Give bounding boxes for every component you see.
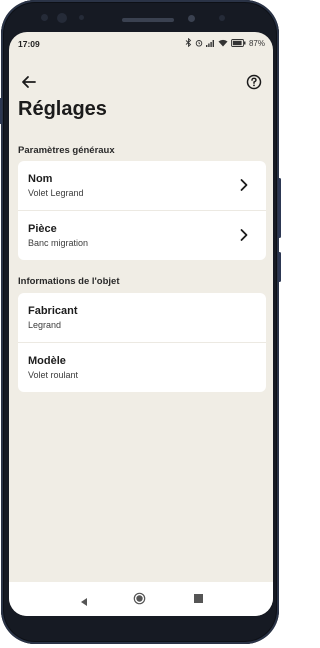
wifi-icon bbox=[218, 39, 228, 49]
page-title: Réglages bbox=[18, 98, 107, 120]
battery-icon bbox=[231, 38, 246, 49]
info-row-manufacturer: Fabricant Legrand bbox=[18, 293, 266, 342]
info-value: Legrand bbox=[28, 320, 62, 330]
setting-label: Nom bbox=[28, 173, 53, 185]
setting-value: Banc migration bbox=[28, 238, 89, 248]
alarm-icon bbox=[195, 39, 203, 49]
bluetooth-icon bbox=[185, 37, 192, 49]
earpiece-speaker bbox=[122, 18, 174, 22]
info-label: Modèle bbox=[28, 355, 66, 367]
status-icons: 87% bbox=[185, 37, 265, 49]
sensor-dot bbox=[219, 15, 225, 21]
setting-value: Volet Legrand bbox=[28, 188, 84, 198]
setting-label: Pièce bbox=[28, 223, 57, 235]
info-value: Volet roulant bbox=[28, 370, 79, 380]
sensor-dot bbox=[79, 15, 84, 20]
power-button bbox=[278, 178, 281, 238]
object-info-card: Fabricant Legrand Modèle Volet roulant bbox=[18, 293, 266, 392]
front-camera bbox=[57, 13, 67, 23]
chevron-right-icon bbox=[238, 228, 250, 242]
setting-row-name[interactable]: Nom Volet Legrand bbox=[18, 161, 266, 210]
general-settings-card: Nom Volet Legrand Pièce Banc migration bbox=[18, 161, 266, 260]
nav-back-icon[interactable] bbox=[79, 594, 89, 606]
system-nav-bar bbox=[9, 582, 273, 616]
question-circle-icon[interactable] bbox=[243, 71, 265, 93]
app-bar bbox=[9, 68, 273, 96]
screen: 17:09 87% Réglages Paramètres généraux N… bbox=[9, 32, 273, 616]
section-label-object-info: Informations de l'objet bbox=[18, 276, 120, 287]
phone-frame: 17:09 87% Réglages Paramètres généraux N… bbox=[0, 0, 281, 644]
section-label-general: Paramètres généraux bbox=[18, 145, 115, 156]
battery-percent: 87% bbox=[248, 39, 265, 48]
signal-icon bbox=[205, 39, 215, 49]
nav-home-icon[interactable] bbox=[133, 592, 146, 605]
setting-row-room[interactable]: Pièce Banc migration bbox=[18, 210, 266, 260]
info-row-model: Modèle Volet roulant bbox=[18, 342, 266, 392]
nav-recents-icon[interactable] bbox=[194, 594, 203, 603]
chevron-right-icon bbox=[238, 178, 250, 192]
volume-button bbox=[0, 98, 2, 124]
arrow-left-icon[interactable] bbox=[18, 71, 40, 93]
proximity-sensor bbox=[188, 15, 195, 22]
status-bar: 17:09 87% bbox=[9, 32, 273, 56]
side-button bbox=[278, 252, 281, 282]
sensor-dot bbox=[41, 14, 48, 21]
status-time: 17:09 bbox=[18, 39, 40, 49]
info-label: Fabricant bbox=[28, 305, 78, 317]
